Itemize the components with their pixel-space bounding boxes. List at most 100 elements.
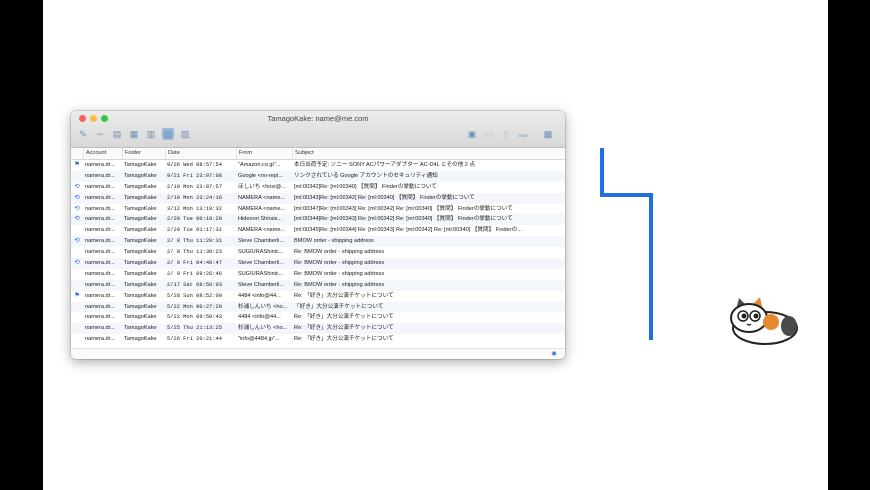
view-columns-icon[interactable]: ▥: [145, 128, 157, 140]
table-row[interactable]: namera.dr... TamagoKake 5/26 Fri 20:21:44 "…: [71, 334, 565, 345]
status-cell: [71, 269, 83, 280]
from-cell: NAMERA <name...: [238, 205, 286, 212]
status-bar: ✹: [71, 348, 565, 359]
account-cell: namera.dr...: [85, 205, 115, 212]
date-cell: 2/20 Tue 01:17:31: [167, 227, 222, 234]
account-cell: namera.dr...: [85, 183, 115, 190]
title-bar: TamagoKake: name@me.com ✎ ➦ ▤ ▦ ▥ ▧ ▨ ▣ …: [71, 111, 565, 148]
archive-icon[interactable]: ▭: [483, 128, 495, 140]
folder-cell: TamagoKake: [124, 238, 157, 245]
status-cell: [71, 302, 83, 313]
table-row[interactable]: ⟲ namera.dr... TamagoKake 2/ 9 Fri 04:48:47…: [71, 258, 565, 269]
compose-icon[interactable]: ✎: [77, 128, 89, 140]
folder-cell: TamagoKake: [124, 292, 157, 299]
subject-cell: [ml:00342]Re: [ml:00340] 【質問】 Finderの挙動に…: [294, 183, 437, 190]
folder-cell: TamagoKake: [124, 183, 157, 190]
table-row[interactable]: namera.dr... TamagoKake 9/21 Fri 23:07:08 G…: [71, 170, 565, 182]
date-cell: 2/ 9 Fri 04:48:47: [167, 260, 222, 267]
message-list: ⚑ namera.dr... TamagoKake 9/26 Wed 08:57:54…: [71, 160, 565, 349]
date-cell: 2/ 9 Fri 09:26:46: [167, 270, 222, 277]
account-cell: namera.dr...: [85, 314, 115, 321]
table-row[interactable]: ⟲ namera.dr... TamagoKake 2/19 Mon 23:24:16…: [71, 192, 565, 204]
account-cell: namera.dr...: [85, 249, 115, 256]
table-row[interactable]: namera.dr... TamagoKake 5/22 Mon 09:50:43 4…: [71, 312, 565, 323]
print-icon[interactable]: ▬: [517, 128, 529, 140]
document-icon[interactable]: ▤: [111, 128, 123, 140]
table-row[interactable]: namera.dr... TamagoKake 2/20 Tue 01:17:31 N…: [71, 225, 565, 236]
header-from[interactable]: From: [236, 148, 292, 159]
subject-cell: [ml:00347]Re: [ml:00343] Re: [ml:00342] …: [294, 205, 513, 212]
view-split-icon[interactable]: ▧: [162, 128, 174, 140]
view-bottom-icon[interactable]: ▨: [179, 128, 191, 140]
date-cell: 2/20 Tue 00:19:29: [167, 216, 222, 223]
from-cell: Google <no-repl...: [238, 172, 283, 179]
reply-icon[interactable]: ➦: [94, 128, 106, 140]
table-row[interactable]: ⟲ namera.dr... TamagoKake 2/19 Mon 23:07:57…: [71, 182, 565, 193]
date-cell: 2/19 Mon 23:24:16: [167, 194, 222, 201]
folder-cell: TamagoKake: [124, 281, 157, 288]
table-row[interactable]: namera.dr... TamagoKake 2/ 8 Thu 11:30:23 S…: [71, 247, 565, 258]
folder-cell: TamagoKake: [124, 270, 157, 277]
status-cell: [71, 280, 83, 291]
header-flag[interactable]: [71, 148, 83, 159]
folder-cell: TamagoKake: [124, 227, 157, 234]
table-row[interactable]: ⚑ namera.dr... TamagoKake 9/26 Wed 08:57:54…: [71, 160, 565, 171]
from-cell: SUGIURAShinic...: [238, 249, 284, 256]
background-canvas: TamagoKake: name@me.com ✎ ➦ ▤ ▦ ▥ ▧ ▨ ▣ …: [43, 0, 828, 490]
subject-cell: Re: 「好き」大分公演チケットについて: [294, 336, 394, 343]
date-cell: 5/22 Mon 00:27:29: [167, 303, 222, 310]
header-account[interactable]: Account: [83, 148, 122, 159]
from-cell: Hidenori Shirais...: [238, 216, 283, 223]
table-row[interactable]: namera.dr... TamagoKake 5/25 Thu 21:13:25 杉…: [71, 323, 565, 335]
table-row[interactable]: ⟲ namera.dr... TamagoKake 2/20 Tue 00:19:29…: [71, 214, 565, 226]
reply-icon: ⟲: [74, 193, 80, 201]
date-cell: 2/ 8 Thu 11:30:23: [167, 249, 222, 256]
calico-cat-icon: [730, 297, 798, 345]
folder-cell: TamagoKake: [124, 205, 157, 212]
reply-icon: ⟲: [74, 204, 80, 212]
date-cell: 5/25 Thu 21:13:25: [167, 325, 222, 332]
from-cell: Steve Chamberli...: [238, 238, 285, 245]
table-row[interactable]: ⚑ namera.dr... TamagoKake 5/28 Sun 08:52:00…: [71, 291, 565, 302]
subject-cell: BMOW order - shipping address: [294, 238, 374, 245]
date-cell: 2/19 Mon 23:07:57: [167, 183, 222, 190]
account-cell: namera.dr...: [85, 227, 115, 234]
decorative-line-right: [649, 193, 653, 340]
table-row[interactable]: namera.dr... TamagoKake 2/ 9 Fri 09:26:46 S…: [71, 269, 565, 280]
reply-icon: ⟲: [74, 215, 80, 223]
from-cell: Steve Chamberli...: [238, 260, 285, 267]
reply-icon: ⟲: [74, 237, 80, 245]
table-row[interactable]: ⟲ namera.dr... TamagoKake 2/ 8 Thu 11:29:31…: [71, 236, 565, 248]
subject-cell: Re: 「好き」大分公演チケットについて: [294, 325, 394, 332]
reply-icon: ⟲: [74, 259, 80, 267]
header-folder[interactable]: Folder: [122, 148, 165, 159]
table-row[interactable]: namera.dr... TamagoKake 5/22 Mon 00:27:29 杉…: [71, 301, 565, 313]
header-subject[interactable]: Subject: [292, 148, 565, 159]
trash-icon[interactable]: ▯: [500, 128, 512, 140]
folder-cell: TamagoKake: [124, 303, 157, 310]
date-cell: 2/17 Sat 08:56:03: [167, 281, 222, 288]
flag-icon: ⚑: [74, 291, 80, 299]
table-row[interactable]: namera.dr... TamagoKake 2/17 Sat 08:56:03 S…: [71, 279, 565, 291]
date-cell: 5/26 Fri 20:21:44: [167, 336, 222, 343]
account-cell: namera.dr...: [85, 270, 115, 277]
date-cell: 5/22 Mon 09:50:43: [167, 314, 222, 321]
table-row[interactable]: ⟲ namera.dr... TamagoKake 3/12 Mon 13:19:32…: [71, 204, 565, 215]
header-date[interactable]: Date: [165, 148, 236, 159]
folder-cell: TamagoKake: [124, 162, 157, 168]
reply-icon: ⟲: [74, 182, 80, 190]
subject-cell: Re: BMOW order - shipping address: [294, 270, 385, 277]
from-cell: "info@4484.jp"...: [238, 336, 280, 343]
mailbox-icon[interactable]: ▩: [542, 128, 554, 140]
account-cell: namera.dr...: [85, 281, 115, 288]
toolbar: ✎ ➦ ▤ ▦ ▥ ▧ ▨ ▣ ▭ ▯ ▬ ▩: [77, 126, 559, 142]
subject-cell: 「好き」大分公演チケットについて: [294, 303, 384, 310]
folder-move-icon[interactable]: ▣: [466, 128, 478, 140]
account-cell: namera.dr...: [85, 216, 115, 223]
account-cell: namera.dr...: [85, 325, 115, 332]
account-cell: namera.dr...: [85, 336, 115, 343]
from-cell: 杉浦しんいち <ho...: [238, 303, 288, 310]
save-icon[interactable]: ▦: [128, 128, 140, 140]
gear-icon[interactable]: ✹: [551, 350, 557, 358]
account-cell: namera.dr...: [85, 172, 115, 179]
